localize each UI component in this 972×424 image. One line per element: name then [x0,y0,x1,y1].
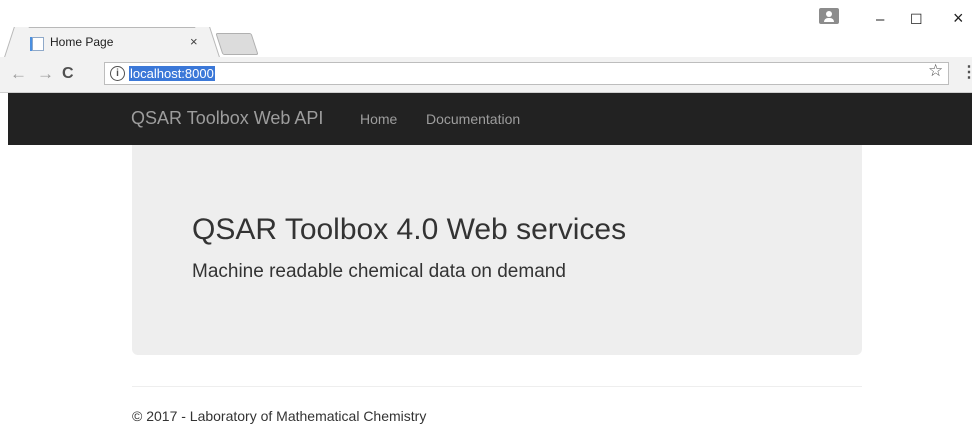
window-close-button[interactable]: × [953,8,964,29]
info-icon[interactable]: i [110,66,125,81]
tab-close-icon[interactable]: × [190,34,198,49]
reload-button[interactable]: C [62,65,74,83]
site-navbar: QSAR Toolbox Web API Home Documentation [8,93,972,145]
kebab-menu-icon[interactable]: ⋮ [961,62,972,82]
footer-divider [132,386,862,387]
browser-tab-home-page[interactable]: Home Page × [17,27,207,57]
star-icon[interactable]: ☆ [928,61,943,81]
reload-icon: C [62,65,74,82]
footer-text: © 2017 - Laboratory of Mathematical Chem… [132,408,427,424]
window-maximize-button[interactable]: ☐ [910,11,923,28]
new-tab-button[interactable] [215,33,259,55]
address-bar[interactable]: i localhost:8000 [104,62,949,85]
window-minimize-button[interactable]: – [876,11,884,28]
page-title: QSAR Toolbox 4.0 Web services [192,213,627,246]
nav-link-documentation[interactable]: Documentation [426,111,520,127]
jumbotron: QSAR Toolbox 4.0 Web services Machine re… [132,145,862,355]
page-favicon-icon [30,37,44,51]
tab-title: Home Page [50,35,114,49]
forward-button[interactable]: → [37,64,54,84]
back-button[interactable]: ← [10,64,27,84]
profile-icon[interactable] [819,8,839,24]
browser-titlebar: Home Page × – ☐ × [0,0,972,57]
url-text[interactable]: localhost:8000 [129,66,215,81]
nav-link-home[interactable]: Home [360,111,397,127]
arrow-right-icon: → [37,64,54,83]
arrow-left-icon: ← [10,64,27,83]
browser-toolbar: ← → C i localhost:8000 ☆ ⋮ [0,57,972,93]
site-brand-link[interactable]: QSAR Toolbox Web API [131,108,323,129]
page-lead: Machine readable chemical data on demand [192,261,566,282]
